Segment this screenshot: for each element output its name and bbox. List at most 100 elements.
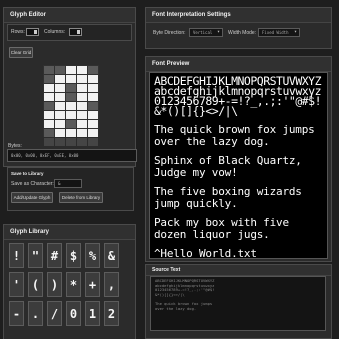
- grid-cell[interactable]: [77, 102, 87, 110]
- grid-cell[interactable]: [66, 84, 76, 92]
- grid-cell[interactable]: [55, 120, 65, 128]
- grid-cell[interactable]: [88, 93, 98, 101]
- library-glyph-tile[interactable]: ,: [104, 272, 119, 297]
- grid-cell[interactable]: [66, 102, 76, 110]
- library-glyph-tile[interactable]: *: [66, 272, 81, 297]
- source-text-title: Source Text: [146, 265, 331, 276]
- library-glyph-char: .: [31, 306, 40, 321]
- grid-cell[interactable]: [77, 120, 87, 128]
- library-glyph-tile[interactable]: (: [28, 272, 43, 297]
- library-glyph-tile[interactable]: 2: [104, 301, 119, 326]
- glyph-library-grid: ! " # $% & ' () * +, -. / 0 1 2: [9, 243, 127, 326]
- grid-cell[interactable]: [44, 93, 54, 101]
- pangram: ^Hello_World.txt: [154, 247, 257, 259]
- grid-cell[interactable]: [44, 129, 54, 137]
- library-glyph-char: 1: [88, 306, 97, 321]
- grid-cell[interactable]: [88, 111, 98, 119]
- bytes-field[interactable]: 0x00, 0x00, 0xEF, 0xEE, 0x00: [7, 149, 137, 162]
- library-glyph-char: (: [31, 277, 40, 292]
- columns-stepper[interactable]: [69, 28, 82, 36]
- grid-cell[interactable]: [44, 66, 54, 74]
- byte-direction-label: Byte Direction:: [153, 30, 186, 36]
- source-text-area[interactable]: ABCDEFGHIJKLMNOPQRSTUVWXYZ abcdefghijklm…: [150, 276, 326, 331]
- grid-cell[interactable]: [55, 129, 65, 137]
- library-glyph-tile[interactable]: +: [85, 272, 100, 297]
- library-glyph-tile[interactable]: 0: [66, 301, 81, 326]
- grid-cell[interactable]: [55, 75, 65, 83]
- library-glyph-tile[interactable]: ): [47, 272, 62, 297]
- save-to-library-panel: Save to Library: [7, 167, 134, 211]
- grid-cell[interactable]: [77, 111, 87, 119]
- library-glyph-tile[interactable]: &: [104, 243, 119, 268]
- grid-cell[interactable]: [55, 93, 65, 101]
- grid-cell[interactable]: [44, 120, 54, 128]
- grid-cell[interactable]: [77, 138, 87, 146]
- library-glyph-char: 2: [107, 306, 116, 321]
- grid-cell[interactable]: [77, 66, 87, 74]
- grid-cell[interactable]: [77, 93, 87, 101]
- character-input[interactable]: &: [54, 179, 82, 188]
- grid-cell[interactable]: [88, 102, 98, 110]
- grid-cell[interactable]: [44, 84, 54, 92]
- pangram: The quick brown fox jumps over the lazy …: [154, 123, 315, 148]
- glyph-editor-title: Glyph Editor: [4, 8, 135, 23]
- library-glyph-char: !: [12, 248, 21, 263]
- grid-cell[interactable]: [55, 138, 65, 146]
- font-interpretation-title: Font Interpretation Settings: [146, 8, 331, 23]
- grid-cell[interactable]: [66, 66, 76, 74]
- library-glyph-tile[interactable]: .: [28, 301, 43, 326]
- font-preview-canvas: ABCDEFGHIJKLMNOPQRSTUVWXYZ abcdefghijklm…: [149, 72, 328, 259]
- grid-cell[interactable]: [55, 111, 65, 119]
- grid-cell[interactable]: [88, 138, 98, 146]
- library-glyph-char: ": [31, 248, 40, 263]
- library-glyph-tile[interactable]: ': [9, 272, 24, 297]
- grid-cell[interactable]: [77, 129, 87, 137]
- clear-grid-button[interactable]: Clear Grid: [9, 47, 33, 58]
- grid-cell[interactable]: [77, 84, 87, 92]
- font-interpretation-panel: Font Interpretation Settings: [145, 7, 332, 49]
- grid-cell[interactable]: [77, 75, 87, 83]
- library-glyph-tile[interactable]: !: [9, 243, 24, 268]
- grid-cell[interactable]: [66, 120, 76, 128]
- library-glyph-tile[interactable]: /: [47, 301, 62, 326]
- grid-cell[interactable]: [88, 120, 98, 128]
- library-glyph-char: /: [50, 306, 59, 321]
- columns-label: Columns:: [44, 29, 66, 35]
- library-glyph-char: ': [12, 277, 21, 292]
- grid-cell[interactable]: [66, 138, 76, 146]
- pangram: Pack my box with five dozen liquor jugs.: [154, 216, 289, 241]
- width-mode-select[interactable]: Fixed Width: [258, 28, 300, 37]
- byte-direction-select[interactable]: Vertical: [189, 28, 223, 37]
- grid-cell[interactable]: [44, 75, 54, 83]
- grid-cell[interactable]: [66, 75, 76, 83]
- font-preview-title: Font Preview: [146, 57, 331, 72]
- library-glyph-tile[interactable]: $: [66, 243, 81, 268]
- grid-cell[interactable]: [55, 66, 65, 74]
- grid-cell[interactable]: [55, 102, 65, 110]
- grid-cell[interactable]: [44, 102, 54, 110]
- library-glyph-tile[interactable]: %: [85, 243, 100, 268]
- grid-cell[interactable]: [88, 75, 98, 83]
- library-glyph-tile[interactable]: 1: [85, 301, 100, 326]
- grid-cell[interactable]: [88, 84, 98, 92]
- add-update-glyph-button[interactable]: Add/Update Glyph: [11, 192, 53, 203]
- library-glyph-tile[interactable]: #: [47, 243, 62, 268]
- library-glyph-tile[interactable]: ": [28, 243, 43, 268]
- grid-cell[interactable]: [88, 66, 98, 74]
- library-glyph-char: 0: [69, 306, 78, 321]
- glyph-editor-grid[interactable]: [43, 65, 99, 146]
- library-glyph-char: ): [50, 277, 59, 292]
- library-glyph-tile[interactable]: -: [9, 301, 24, 326]
- library-glyph-char: %: [88, 248, 97, 263]
- rows-stepper[interactable]: [26, 28, 39, 36]
- save-to-library-title: Save to Library: [11, 171, 44, 176]
- width-mode-label: Width Mode:: [228, 30, 257, 36]
- grid-cell[interactable]: [44, 138, 54, 146]
- grid-cell[interactable]: [66, 111, 76, 119]
- grid-cell[interactable]: [55, 84, 65, 92]
- grid-cell[interactable]: [66, 93, 76, 101]
- grid-cell[interactable]: [44, 111, 54, 119]
- grid-cell[interactable]: [88, 129, 98, 137]
- grid-cell[interactable]: [66, 129, 76, 137]
- delete-from-library-button[interactable]: Delete from Library: [59, 192, 103, 203]
